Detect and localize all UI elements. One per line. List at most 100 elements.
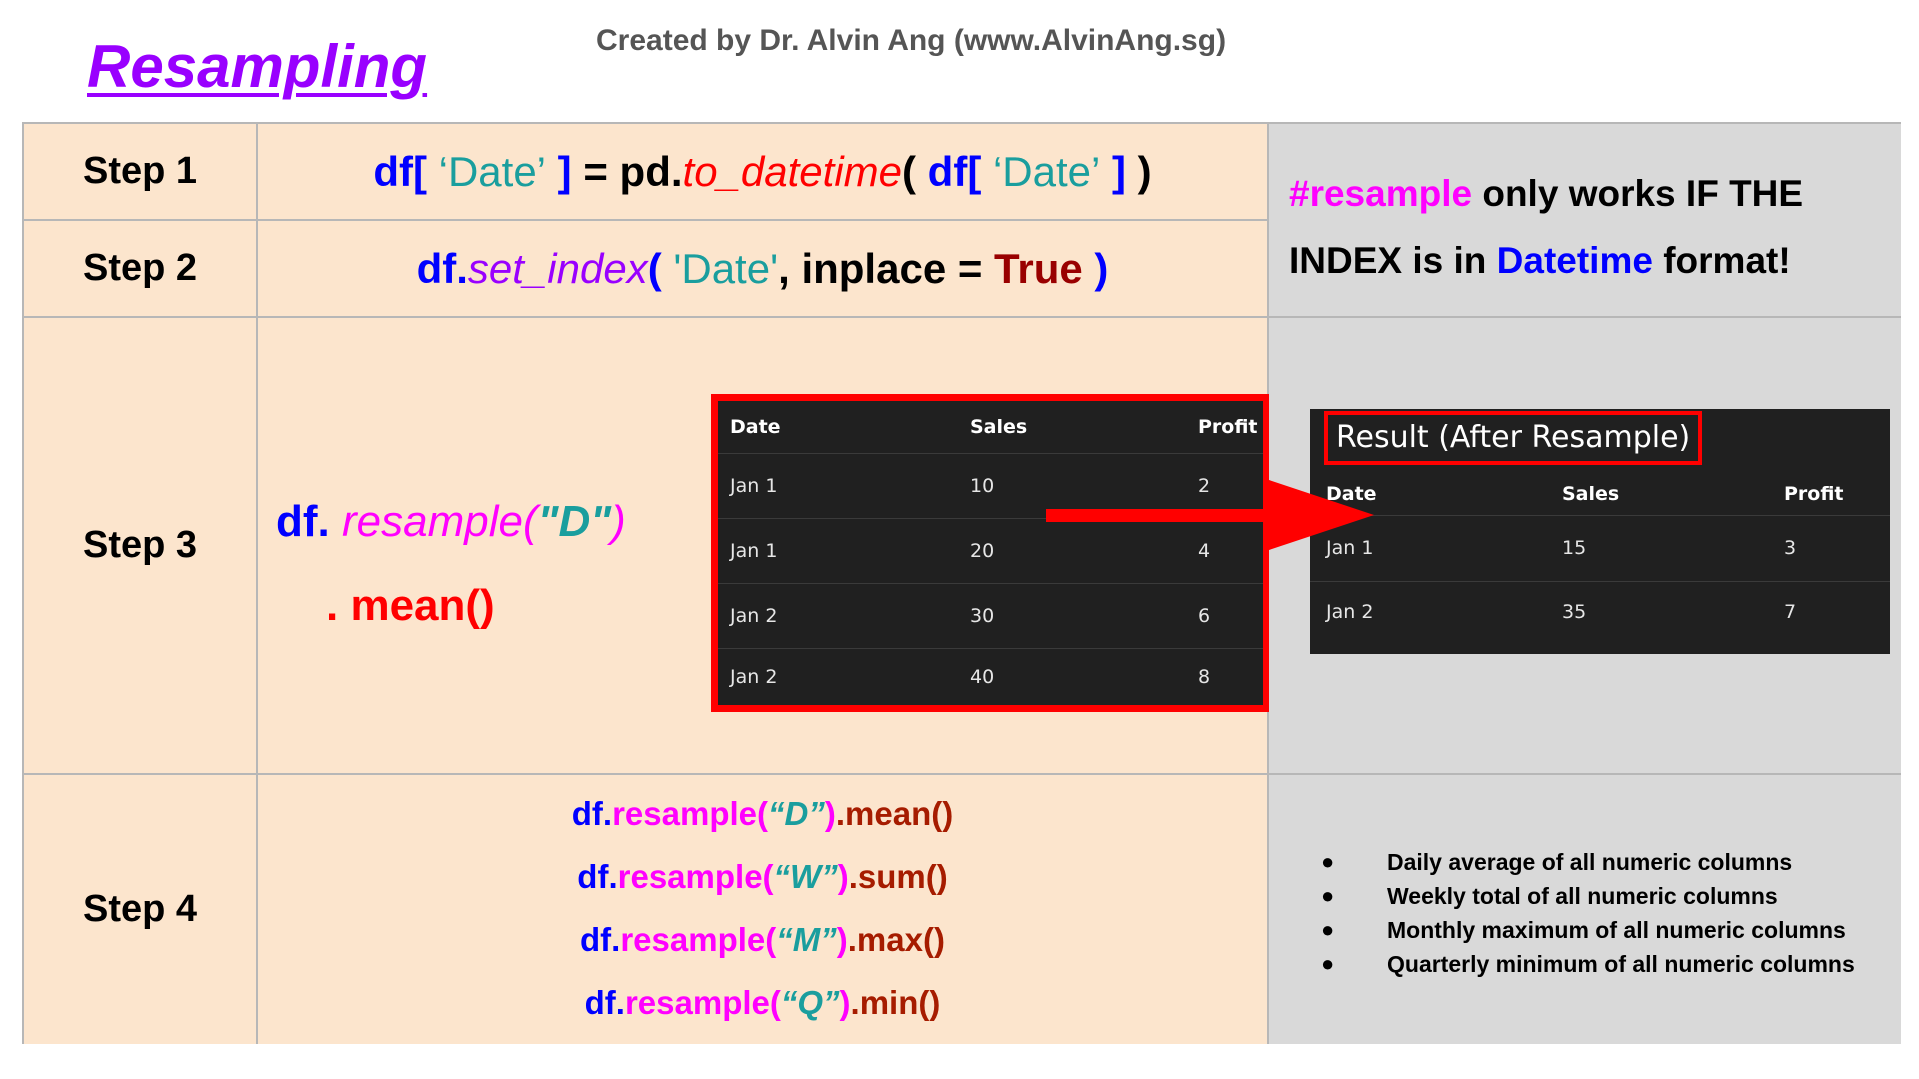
code-token: ( bbox=[647, 244, 674, 292]
code-token: ‘Date’ bbox=[438, 147, 547, 195]
code-token: "D" bbox=[537, 497, 612, 546]
list-item-text: Quarterly minimum of all numeric columns bbox=[1387, 951, 1855, 977]
datetime-note-cell: #resample only works IF THE INDEX is in … bbox=[1269, 124, 1901, 318]
bullet-icon: ● bbox=[1321, 849, 1335, 874]
code-token: df. bbox=[584, 984, 625, 1021]
code-token: ) bbox=[836, 921, 848, 958]
code-token: .min() bbox=[850, 984, 941, 1021]
list-item-text: Monthly maximum of all numeric columns bbox=[1387, 917, 1846, 943]
list-item-text: Daily average of all numeric columns bbox=[1387, 849, 1793, 875]
table-cell: Jan 2 bbox=[730, 604, 778, 627]
step4-notes-cell: ● Daily average of all numeric columns ● W… bbox=[1269, 775, 1901, 1044]
column-header: Profit bbox=[1198, 416, 1258, 438]
code-token: df. bbox=[276, 497, 342, 546]
bullet-icon: ● bbox=[1321, 883, 1335, 908]
code-token: ] bbox=[1100, 147, 1127, 195]
table-cell: 8 bbox=[1198, 665, 1211, 688]
code-token: “W” bbox=[773, 858, 838, 895]
resample-daily-line: df.resample(“D”).mean() bbox=[258, 795, 1267, 833]
table-cell: 15 bbox=[1562, 537, 1587, 559]
bullet-icon: ● bbox=[1321, 917, 1335, 942]
resample-weekly-line: df.resample(“W”).sum() bbox=[258, 858, 1267, 896]
table-row: Jan 2 40 8 bbox=[718, 648, 1263, 705]
code-token: df. bbox=[571, 795, 613, 832]
code-token: resample( bbox=[624, 984, 781, 1021]
step3-code: df. resample("D") . mean() bbox=[276, 480, 626, 648]
code-token: “Q” bbox=[780, 984, 840, 1021]
table-cell: Jan 1 bbox=[730, 474, 778, 497]
table-cell: 35 bbox=[1562, 601, 1587, 623]
code-token: .sum() bbox=[848, 858, 948, 895]
table-header-row: Date Sales Profit bbox=[1310, 473, 1890, 516]
table-cell: 3 bbox=[1784, 537, 1797, 559]
result-table: Result (After Resample) Date Sales Profi… bbox=[1310, 409, 1890, 654]
step1-code: df[ ‘Date’ ] = pd. to_datetime( df[ ‘Date… bbox=[258, 124, 1269, 221]
steps-grid: Step 1 df[ ‘Date’ ] = pd. to_datetime( df… bbox=[22, 122, 1901, 1044]
code-token: df. bbox=[580, 921, 621, 958]
code-token: resample( bbox=[612, 795, 769, 832]
list-item: ● Monthly maximum of all numeric columns bbox=[1321, 913, 1855, 947]
code-token: “M” bbox=[776, 921, 837, 958]
code-token: “D” bbox=[768, 795, 825, 832]
code-token: ) bbox=[837, 858, 849, 895]
code-token: resample( bbox=[620, 921, 777, 958]
code-token: ‘Date’ bbox=[992, 147, 1101, 195]
code-token: df. bbox=[577, 858, 618, 895]
code-token: set_index bbox=[467, 244, 648, 292]
table-cell: 10 bbox=[970, 474, 995, 497]
step4-notes-list: ● Daily average of all numeric columns ● W… bbox=[1321, 845, 1855, 981]
column-header: Date bbox=[730, 416, 781, 438]
code-token: ) bbox=[839, 984, 851, 1021]
table-row: Jan 2 35 7 bbox=[1310, 581, 1890, 643]
code-token: .mean() bbox=[835, 795, 954, 832]
code-token: to_datetime bbox=[682, 147, 903, 195]
list-item: ● Quarterly minimum of all numeric column… bbox=[1321, 947, 1855, 981]
table-cell: 20 bbox=[970, 539, 995, 562]
note-text-end: format! bbox=[1652, 240, 1791, 281]
step2-label: Step 2 bbox=[24, 221, 258, 318]
code-token: ] bbox=[546, 147, 572, 195]
table-header-row: Date Sales Profit bbox=[718, 401, 1263, 454]
code-token: ) bbox=[1126, 147, 1152, 195]
column-header: Sales bbox=[1562, 483, 1620, 505]
table-cell: Jan 2 bbox=[1326, 601, 1374, 623]
table-cell: Jan 1 bbox=[730, 539, 778, 562]
page-title: Resampling bbox=[87, 33, 428, 100]
table-row: Jan 2 30 6 bbox=[718, 583, 1263, 649]
table-cell: 6 bbox=[1198, 604, 1211, 627]
note-highlight: Datetime bbox=[1496, 240, 1653, 281]
code-token: ) bbox=[824, 795, 836, 832]
code-token: df[ bbox=[927, 147, 993, 195]
code-token: True bbox=[994, 244, 1083, 292]
code-token: resample( bbox=[341, 497, 538, 546]
table-cell: 30 bbox=[970, 604, 995, 627]
bullet-icon: ● bbox=[1321, 951, 1335, 976]
step3-label: Step 3 bbox=[24, 318, 258, 775]
code-token: ) bbox=[1082, 244, 1109, 292]
datetime-note: #resample only works IF THE INDEX is in … bbox=[1289, 160, 1901, 294]
step1-label: Step 1 bbox=[24, 124, 258, 221]
code-token: ) bbox=[611, 497, 626, 546]
result-title: Result (After Resample) bbox=[1324, 411, 1703, 465]
code-token: df. bbox=[416, 244, 468, 292]
table-cell: 7 bbox=[1784, 601, 1797, 623]
arrow-head bbox=[1266, 479, 1374, 551]
code-token: 'Date' bbox=[673, 244, 779, 292]
column-header: Profit bbox=[1784, 483, 1844, 505]
code-token: ( bbox=[902, 147, 928, 195]
table-cell: Jan 2 bbox=[730, 665, 778, 688]
code-token: = pd. bbox=[571, 147, 683, 195]
list-item: ● Daily average of all numeric columns bbox=[1321, 845, 1855, 879]
step4-label: Step 4 bbox=[24, 775, 258, 1044]
resample-monthly-line: df.resample(“M”).max() bbox=[258, 921, 1267, 959]
code-token: . mean() bbox=[326, 581, 495, 630]
code-token: , inplace = bbox=[778, 244, 995, 292]
table-row: Jan 1 15 3 bbox=[1310, 515, 1890, 582]
step4-code: df.resample(“D”).mean() df.resample(“W”)… bbox=[258, 775, 1269, 1044]
code-token: .max() bbox=[847, 921, 945, 958]
arrow-right-icon bbox=[1046, 479, 1374, 551]
resample-quarterly-line: df.resample(“Q”).min() bbox=[258, 984, 1267, 1022]
step2-code: df. set_index( 'Date', inplace = True ) bbox=[258, 221, 1269, 318]
code-token: df[ bbox=[373, 147, 439, 195]
column-header: Sales bbox=[970, 416, 1028, 438]
